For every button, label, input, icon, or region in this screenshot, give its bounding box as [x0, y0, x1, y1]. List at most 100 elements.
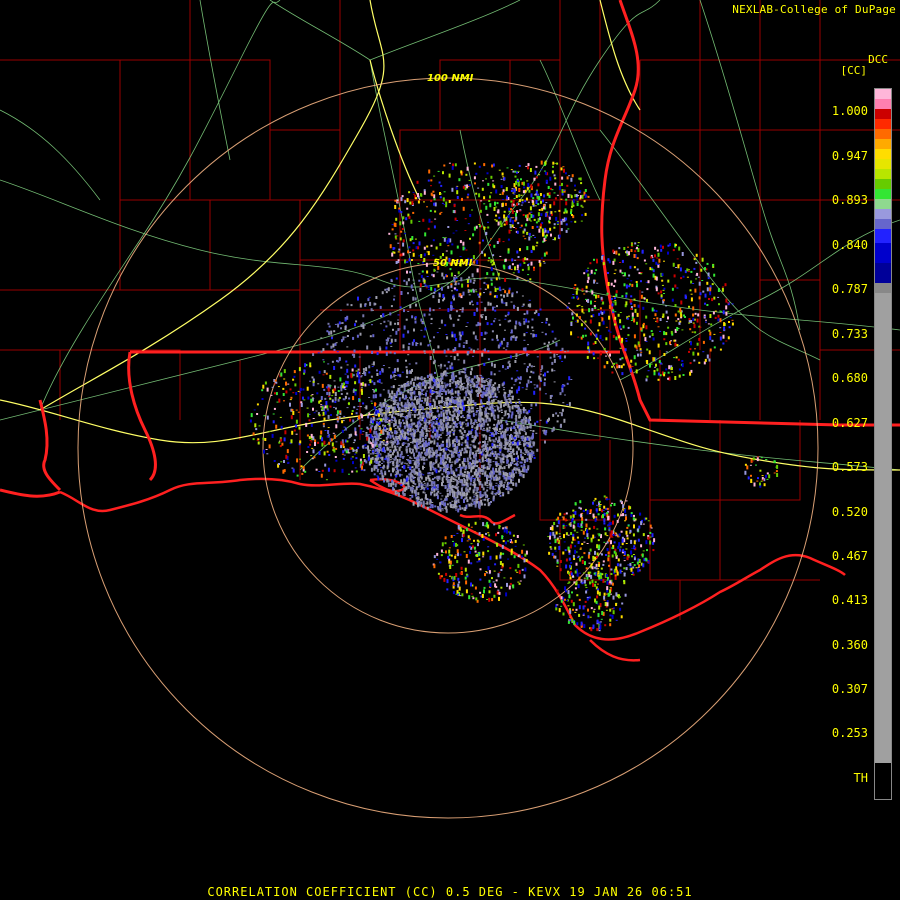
echo-pixel — [344, 395, 347, 399]
echo-pixel — [705, 321, 707, 323]
echo-pixel — [502, 461, 505, 464]
echo-pixel — [364, 407, 367, 409]
echo-pixel — [557, 414, 560, 417]
echo-pixel — [453, 400, 456, 405]
echo-pixel — [504, 202, 507, 206]
echo-pixel — [442, 276, 445, 280]
echo-pixel — [486, 447, 489, 451]
echo-pixel — [376, 434, 379, 439]
echo-pixel — [582, 312, 585, 314]
echo-pixel — [402, 344, 405, 349]
echo-pixel — [365, 460, 368, 464]
echo-pixel — [465, 173, 468, 176]
echo-pixel — [699, 292, 702, 296]
echo-pixel — [637, 304, 640, 308]
echo-pixel — [482, 429, 485, 431]
echo-pixel — [702, 340, 705, 344]
echo-pixel — [596, 337, 599, 340]
echo-pixel — [463, 396, 466, 401]
echo-pixel — [420, 433, 423, 436]
echo-pixel — [448, 438, 451, 442]
echo-pixel — [518, 400, 521, 404]
echo-pixel — [452, 470, 455, 473]
echo-pixel — [477, 187, 480, 189]
echo-pixel — [424, 387, 427, 389]
echo-pixel — [451, 390, 453, 392]
echo-pixel — [487, 390, 490, 392]
echo-pixel — [500, 463, 503, 465]
echo-pixel — [553, 201, 556, 206]
echo-pixel — [507, 361, 510, 364]
echo-pixel — [615, 293, 618, 297]
echo-pixel — [499, 220, 502, 225]
echo-pixel — [532, 371, 535, 374]
echo-pixel — [587, 341, 590, 346]
echo-pixel — [407, 381, 410, 382]
echo-pixel — [402, 490, 405, 495]
echo-pixel — [471, 425, 474, 428]
echo-pixel — [445, 201, 448, 205]
echo-pixel — [459, 436, 462, 438]
echo-pixel — [560, 167, 563, 171]
echo-pixel — [465, 340, 468, 344]
echo-pixel — [674, 342, 677, 347]
echo-pixel — [440, 193, 443, 195]
echo-pixel — [427, 423, 430, 425]
echo-pixel — [419, 476, 422, 478]
echo-pixel — [464, 230, 467, 231]
echo-pixel — [565, 229, 568, 233]
echo-pixel — [610, 297, 613, 300]
echo-pixel — [506, 167, 509, 169]
echo-pixel — [454, 441, 457, 443]
echo-pixel — [467, 414, 470, 417]
echo-pixel — [463, 458, 466, 463]
echo-pixel — [605, 337, 608, 341]
echo-pixel — [544, 171, 547, 175]
echo-pixel — [383, 329, 385, 331]
echo-pixel — [426, 251, 429, 253]
echo-pixel — [468, 347, 471, 349]
echo-pixel — [423, 253, 426, 257]
echo-pixel — [475, 225, 478, 229]
echo-pixel — [425, 380, 428, 382]
echo-pixel — [430, 185, 432, 187]
echo-pixel — [479, 426, 482, 430]
echo-pixel — [456, 404, 459, 407]
echo-pixel — [457, 394, 460, 397]
echo-pixel — [392, 397, 395, 401]
echo-pixel — [439, 492, 442, 494]
echo-pixel — [435, 246, 438, 250]
echo-pixel — [514, 219, 517, 222]
echo-pixel — [407, 382, 410, 387]
echo-pixel — [384, 398, 387, 402]
echo-pixel — [432, 274, 435, 278]
echo-pixel — [466, 184, 469, 189]
echo-pixel — [500, 436, 503, 439]
echo-pixel — [526, 180, 529, 182]
echo-pixel — [416, 180, 419, 184]
echo-pixel — [441, 396, 444, 400]
echo-pixel — [530, 193, 533, 198]
echo-pixel — [497, 456, 500, 458]
echo-pixel — [427, 441, 430, 446]
echo-pixel — [571, 214, 573, 216]
echo-pixel — [503, 466, 506, 470]
echo-pixel — [704, 358, 707, 362]
echo-pixel — [519, 428, 522, 431]
echo-pixel — [647, 370, 650, 372]
echo-pixel — [425, 448, 428, 453]
echo-pixel — [379, 305, 382, 309]
echo-pixel — [416, 413, 419, 416]
echo-pixel — [461, 447, 464, 451]
echo-pixel — [419, 448, 422, 450]
echo-pixel — [523, 415, 526, 417]
echo-pixel — [676, 258, 679, 260]
echo-pixel — [539, 262, 542, 267]
echo-pixel — [479, 292, 482, 296]
echo-pixel — [688, 305, 690, 308]
echo-pixel — [407, 459, 410, 462]
echo-pixel — [429, 429, 432, 431]
echo-pixel — [561, 408, 564, 412]
echo-pixel — [589, 273, 592, 275]
echo-pixel — [475, 495, 478, 497]
